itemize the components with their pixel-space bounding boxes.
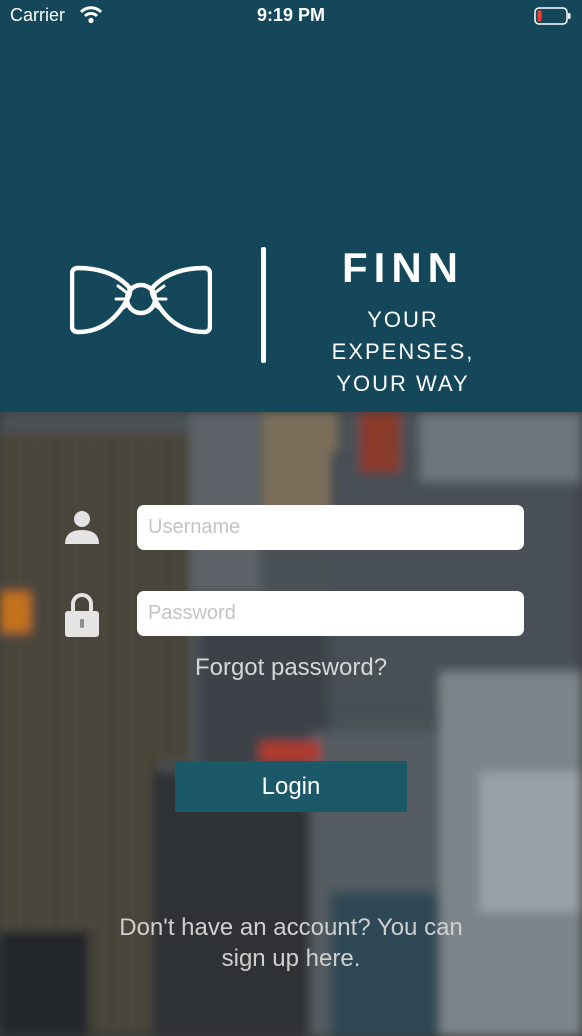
signup-link[interactable]: Don't have an account? You can sign up h… xyxy=(95,912,487,974)
password-input[interactable] xyxy=(137,591,524,636)
signup-text-line-2: sign up here. xyxy=(221,945,361,972)
lock-icon xyxy=(64,592,100,643)
logo-divider xyxy=(261,247,266,363)
signup-text-line-1: Don't have an account? You can xyxy=(119,914,463,941)
tagline-line-1: YOUR EXPENSES, xyxy=(331,307,475,364)
bow-tie-icon xyxy=(69,262,213,343)
status-bar: Carrier 9:19 PM xyxy=(0,0,582,34)
login-button[interactable]: Login xyxy=(175,761,407,812)
tagline-line-2: YOUR WAY xyxy=(336,371,470,396)
app-tagline: YOUR EXPENSES, YOUR WAY xyxy=(292,304,514,400)
forgot-password-link[interactable]: Forgot password? xyxy=(0,654,582,682)
header-banner: Carrier 9:19 PM FINN YOUR EXPENSES, YOUR… xyxy=(0,0,582,412)
user-icon xyxy=(63,508,101,551)
clock-time: 9:19 PM xyxy=(256,5,326,25)
username-input[interactable] xyxy=(137,505,524,550)
app-name: FINN xyxy=(342,244,464,291)
battery-low-icon xyxy=(534,7,572,30)
